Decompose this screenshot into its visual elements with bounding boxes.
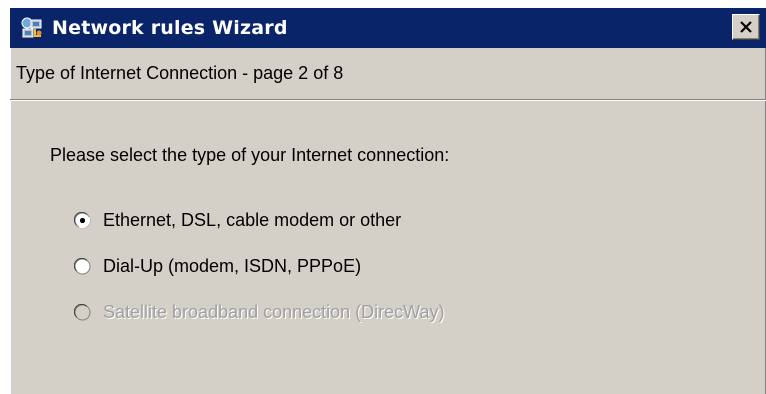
page-subtitle: Type of Internet Connection - page 2 of … xyxy=(16,63,344,83)
network-wizard-icon xyxy=(20,16,44,40)
radio-option-dialup[interactable]: Dial-Up (modem, ISDN, PPPoE) xyxy=(74,254,361,278)
radio-label-dialup[interactable]: Dial-Up (modem, ISDN, PPPoE) xyxy=(103,255,361,277)
window-title: Network rules Wizard xyxy=(52,17,288,39)
connection-type-prompt: Please select the type of your Internet … xyxy=(50,145,450,165)
radio-label-ethernet[interactable]: Ethernet, DSL, cable modem or other xyxy=(103,209,401,231)
radio-button-selected[interactable] xyxy=(74,211,91,229)
wizard-window: Network rules Wizard Type of Internet Co… xyxy=(10,8,766,394)
radio-label-satellite: Satellite broadband connection (DirecWay… xyxy=(103,302,445,322)
radio-option-ethernet[interactable]: Ethernet, DSL, cable modem or other xyxy=(74,208,401,232)
header-separator xyxy=(10,99,766,101)
radio-option-satellite: Satellite broadband connection (DirecWay… xyxy=(74,300,445,324)
title-bar[interactable]: Network rules Wizard xyxy=(10,8,766,48)
close-button[interactable] xyxy=(732,14,760,40)
radio-button[interactable] xyxy=(74,257,91,275)
radio-button-disabled xyxy=(74,303,91,321)
